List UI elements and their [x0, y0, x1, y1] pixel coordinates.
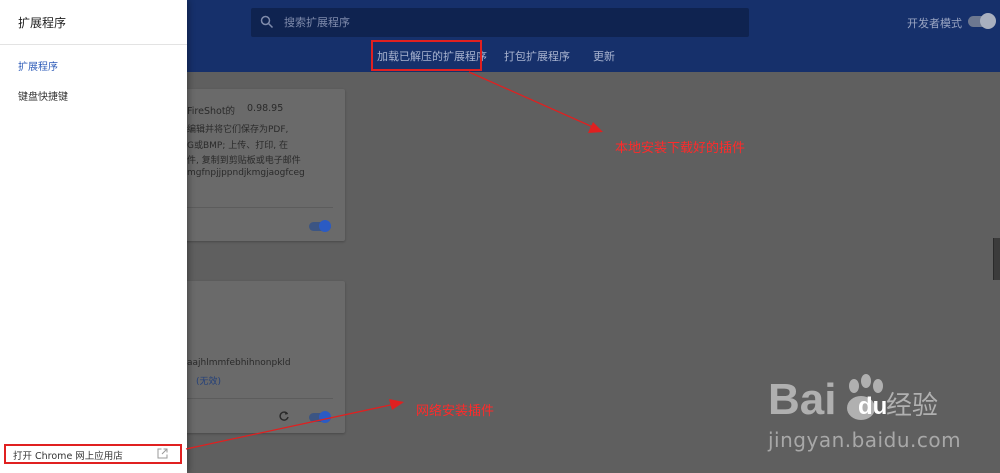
- svg-text:du: du: [858, 393, 887, 420]
- watermark-url: jingyan.baidu.com: [768, 428, 962, 452]
- svg-text:Bai: Bai: [768, 375, 836, 424]
- baidu-logo-watermark: Bai du 经验: [768, 374, 938, 424]
- svg-text:经验: 经验: [886, 391, 938, 421]
- annotation-web-install: 网络安装插件: [416, 404, 495, 419]
- annotation-local-install: 本地安装下载好的插件: [615, 141, 746, 156]
